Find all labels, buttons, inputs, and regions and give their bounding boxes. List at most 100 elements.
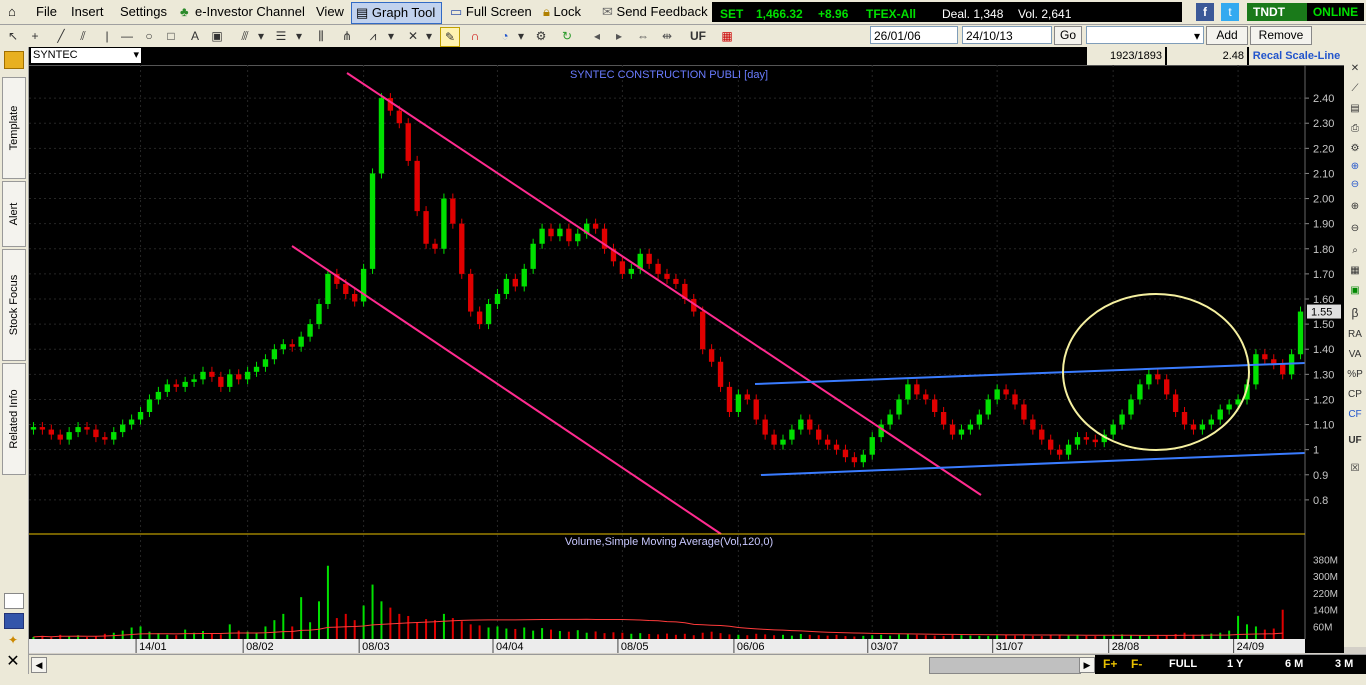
settings-icon[interactable]: ⚙ bbox=[1346, 141, 1364, 157]
menu-full-screen[interactable]: ▭ Full Screen bbox=[450, 4, 532, 20]
crosshair-icon[interactable]: + bbox=[26, 27, 44, 45]
beta-button[interactable]: β bbox=[1346, 305, 1364, 321]
close-icon[interactable]: ✕ bbox=[4, 653, 22, 671]
range-1y-button[interactable]: 1 Y bbox=[1227, 658, 1243, 670]
candle-body bbox=[958, 429, 965, 435]
chevron-down-icon[interactable]: ▾ bbox=[420, 27, 438, 45]
remove-button[interactable]: Remove bbox=[1250, 26, 1312, 45]
pitchfork-icon[interactable]: ⋔ bbox=[338, 27, 356, 45]
menu-send-feedback[interactable]: ✉ Send Feedback bbox=[602, 4, 708, 20]
twitter-icon[interactable]: t bbox=[1221, 3, 1239, 21]
folder-icon[interactable] bbox=[4, 51, 24, 69]
scroll-left-icon[interactable]: ◀ bbox=[31, 657, 47, 673]
scroll-right-icon[interactable]: ▸ bbox=[610, 27, 628, 45]
menu-lock[interactable]: 🔒︎ Lock bbox=[543, 4, 581, 20]
reload-icon[interactable]: ↻ bbox=[558, 27, 576, 45]
menu-view[interactable]: View bbox=[316, 4, 344, 20]
percent-p-button[interactable]: %P bbox=[1346, 367, 1364, 383]
circle-icon[interactable]: ○ bbox=[140, 27, 158, 45]
chevron-down-icon[interactable]: ▾ bbox=[252, 27, 270, 45]
trend-line-icon[interactable]: ╱ bbox=[52, 27, 70, 45]
zoom-out-icon[interactable]: ⊖ bbox=[1346, 221, 1364, 237]
candle-body bbox=[253, 366, 260, 372]
fast-forward-f-icon[interactable]: F+ bbox=[1103, 657, 1117, 671]
zigzag-icon[interactable]: ⩘ bbox=[364, 27, 382, 45]
menu-insert[interactable]: Insert bbox=[71, 4, 104, 20]
va-button[interactable]: VA bbox=[1346, 347, 1364, 363]
candle-body bbox=[155, 391, 162, 400]
range-6m-button[interactable]: 6 M bbox=[1285, 658, 1303, 670]
grid-icon[interactable]: ▦ bbox=[1346, 263, 1364, 279]
expand-icon[interactable]: ⇔ bbox=[634, 27, 652, 45]
line-chart-icon[interactable]: ⟋ bbox=[1346, 81, 1364, 97]
close-icon[interactable]: ✕ bbox=[1346, 61, 1364, 77]
date-to-input[interactable]: 24/10/13 bbox=[962, 26, 1052, 44]
magnet-icon[interactable]: ∩ bbox=[466, 27, 484, 45]
settings-gear-icon[interactable]: ⚙ bbox=[532, 27, 550, 45]
tab-related-info[interactable]: Related Info bbox=[2, 363, 26, 475]
parallel-line-icon[interactable]: ⫽ bbox=[74, 27, 92, 45]
recal-scale-line-button[interactable]: Recal Scale-Line bbox=[1249, 47, 1344, 65]
uf-right-button[interactable]: UF bbox=[1346, 433, 1364, 449]
facebook-icon[interactable]: f bbox=[1196, 3, 1214, 21]
save-icon[interactable] bbox=[4, 613, 24, 629]
candle-body bbox=[780, 439, 786, 445]
pencil-icon[interactable]: ✎ bbox=[440, 27, 460, 47]
marker-icon[interactable]: ▣ bbox=[208, 27, 226, 45]
line-style-icon[interactable]: ☰ bbox=[272, 27, 290, 45]
chart-panel[interactable]: SYNTEC ▾ 1923/1893 2.48 Recal Scale-Line … bbox=[29, 47, 1344, 653]
fast-back-f-icon[interactable]: F- bbox=[1131, 657, 1142, 671]
date-from-input[interactable]: 26/01/06 bbox=[870, 26, 958, 44]
add-star-icon[interactable]: ✦ bbox=[4, 633, 22, 647]
horizontal-scrollbar-thumb[interactable] bbox=[929, 657, 1081, 674]
uf-button[interactable]: UF bbox=[686, 27, 710, 45]
menu-file[interactable]: File bbox=[36, 4, 57, 20]
scroll-left-icon[interactable]: ◂ bbox=[588, 27, 606, 45]
remove-circle-icon[interactable]: ⊖ bbox=[1346, 177, 1364, 193]
zoom-icon[interactable]: ⌕ bbox=[1346, 243, 1364, 259]
candle-body bbox=[1280, 364, 1286, 375]
rectangle-icon[interactable]: □ bbox=[162, 27, 180, 45]
symbol-dropdown[interactable]: SYNTEC ▾ bbox=[31, 48, 141, 63]
menu-graph-tool[interactable]: ▤ Graph Tool bbox=[351, 2, 443, 24]
scroll-right-icon[interactable]: ▶ bbox=[1079, 657, 1095, 673]
uptrend-channel-lower[interactable] bbox=[760, 452, 1306, 476]
vertical-line-icon[interactable]: | bbox=[98, 27, 116, 45]
symbol-select[interactable]: ▾ bbox=[1086, 26, 1204, 44]
range-full-button[interactable]: FULL bbox=[1169, 658, 1197, 670]
gann-fan-icon[interactable]: ⫼ bbox=[312, 27, 330, 45]
text-tool-icon[interactable]: A bbox=[186, 27, 204, 45]
date-tick-label: 28/08 bbox=[1112, 641, 1140, 653]
chevron-down-icon[interactable]: ▾ bbox=[382, 27, 400, 45]
new-document-icon[interactable] bbox=[4, 593, 24, 609]
zoom-in-icon[interactable]: ⊕ bbox=[1346, 199, 1364, 215]
tab-alert[interactable]: Alert bbox=[2, 181, 26, 247]
close-icon[interactable]: ☒ bbox=[1346, 461, 1364, 477]
add-circle-icon[interactable]: ⊕ bbox=[1346, 159, 1364, 175]
go-button[interactable]: Go bbox=[1054, 26, 1082, 45]
ls-icon[interactable]: ▣ bbox=[1346, 283, 1364, 299]
print-icon[interactable]: ⎙ bbox=[1346, 121, 1364, 137]
price-chart[interactable]: SYNTEC CONSTRUCTION PUBLI [day] 2.40 2.30… bbox=[29, 65, 1344, 653]
cf-button[interactable]: CF bbox=[1346, 407, 1364, 423]
menu-settings[interactable]: Settings bbox=[120, 4, 167, 20]
horizontal-line-icon[interactable]: — bbox=[118, 27, 136, 45]
calendar-icon[interactable]: ▦ bbox=[718, 27, 736, 45]
save-icon[interactable]: ▤ bbox=[1346, 101, 1364, 117]
tab-stock-focus[interactable]: Stock Focus bbox=[2, 249, 26, 361]
candle-body bbox=[128, 419, 135, 425]
cp-button[interactable]: CP bbox=[1346, 387, 1364, 403]
downtrend-channel-upper[interactable] bbox=[346, 72, 982, 496]
chevron-down-icon[interactable]: ▾ bbox=[512, 27, 530, 45]
compress-icon[interactable]: ⇹ bbox=[658, 27, 676, 45]
range-3m-button[interactable]: 3 M bbox=[1335, 658, 1353, 670]
tab-template[interactable]: Template bbox=[2, 77, 26, 179]
chevron-down-icon[interactable]: ▾ bbox=[290, 27, 308, 45]
add-button[interactable]: Add bbox=[1206, 26, 1248, 45]
ra-button[interactable]: RA bbox=[1346, 327, 1364, 343]
pointer-icon[interactable]: ↖ bbox=[4, 27, 22, 45]
uptrend-channel-upper[interactable] bbox=[754, 362, 1306, 385]
home-icon[interactable]: ⌂ bbox=[8, 4, 16, 20]
candle-body bbox=[717, 361, 724, 387]
menu-einvestor-channel[interactable]: e-Investor Channel bbox=[195, 4, 305, 20]
